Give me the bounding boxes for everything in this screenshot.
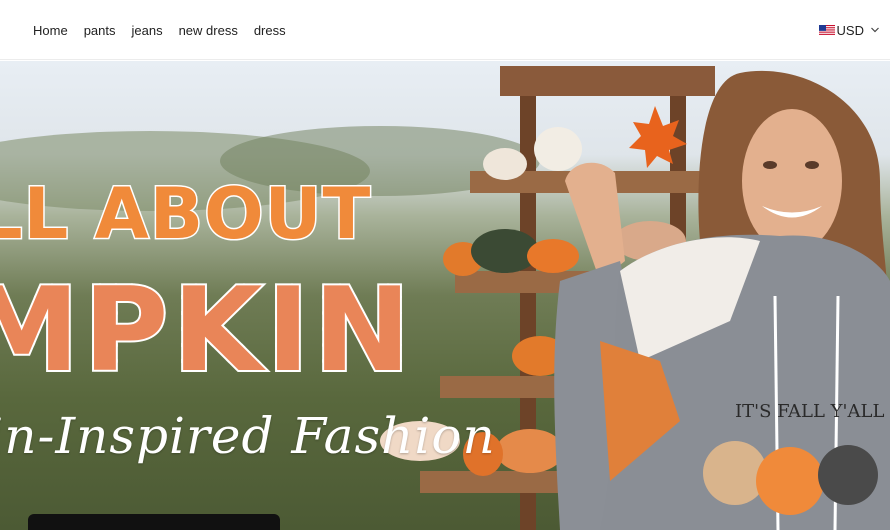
shirt-print-text: IT'S FALL Y'ALL bbox=[735, 401, 884, 422]
nav-item-pants[interactable]: pants bbox=[84, 23, 116, 38]
hero-banner[interactable]: IT'S FALL Y'ALL LL ABOUT MPKIN kin-Inspi… bbox=[0, 61, 890, 530]
nav-item-jeans[interactable]: jeans bbox=[132, 23, 163, 38]
model-photo bbox=[554, 70, 890, 530]
nav-item-home[interactable]: Home bbox=[33, 23, 68, 38]
hero-heading-line1: LL ABOUT bbox=[0, 173, 372, 255]
hero-heading-line2: MPKIN bbox=[0, 271, 415, 391]
hero-subheading: kin-Inspired Fashion bbox=[0, 407, 496, 465]
currency-code: USD bbox=[836, 22, 864, 38]
us-flag-icon bbox=[818, 24, 835, 36]
site-header: Home pants jeans new dress dress USD bbox=[0, 0, 890, 60]
main-nav: Home pants jeans new dress dress bbox=[33, 0, 302, 60]
shop-now-button[interactable] bbox=[28, 514, 280, 530]
chevron-down-icon bbox=[871, 27, 879, 33]
currency-selector[interactable]: USD bbox=[818, 0, 880, 60]
nav-item-new-dress[interactable]: new dress bbox=[179, 23, 238, 38]
nav-item-dress[interactable]: dress bbox=[254, 23, 286, 38]
